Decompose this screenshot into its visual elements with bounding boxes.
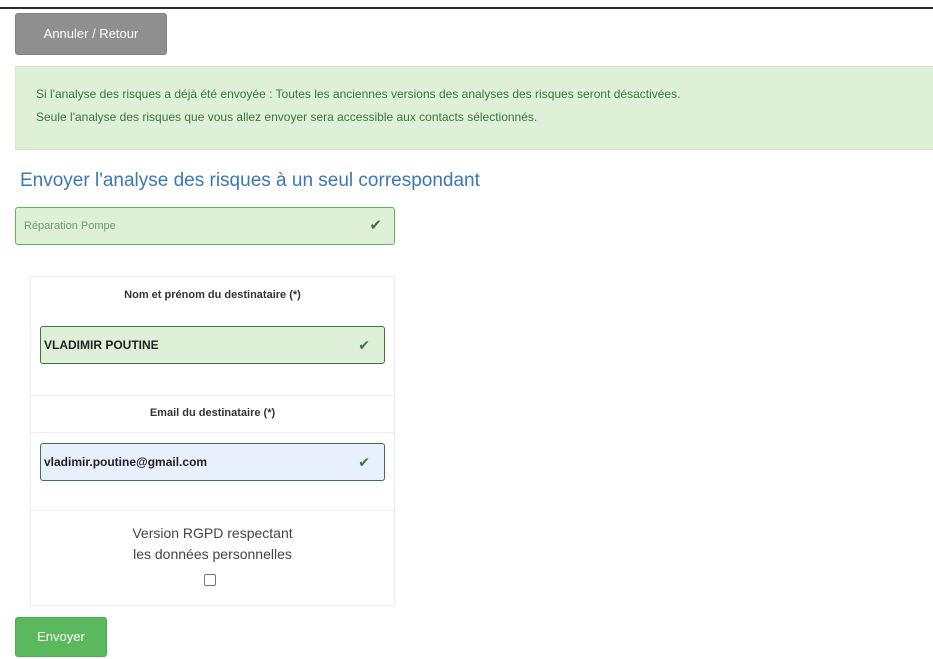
rgpd-label: Version RGPD respectant les données pers… xyxy=(31,523,394,565)
name-field[interactable]: VLADIMIR POUTINE ✔ xyxy=(40,326,385,364)
check-icon: ✔ xyxy=(369,217,382,234)
rgpd-label-line-2: les données personnelles xyxy=(133,546,292,562)
row-divider xyxy=(31,510,394,511)
check-icon: ✔ xyxy=(358,337,370,353)
email-field[interactable]: vladimir.poutine@gmail.com ✔ xyxy=(40,443,385,481)
name-label: Nom et prénom du destinataire (*) xyxy=(124,289,301,301)
check-icon: ✔ xyxy=(358,454,370,470)
rgpd-checkbox[interactable] xyxy=(204,574,216,586)
top-divider xyxy=(0,7,933,9)
project-select-value: Réparation Pompe xyxy=(24,220,116,232)
alert-line-2: Seule l'analyse des risques que vous all… xyxy=(36,110,538,124)
recipient-form: Nom et prénom du destinataire (*) VLADIM… xyxy=(30,276,395,606)
send-button[interactable]: Envoyer xyxy=(15,617,107,657)
row-divider xyxy=(31,395,394,396)
rgpd-label-line-1: Version RGPD respectant xyxy=(132,525,293,541)
name-field-value: VLADIMIR POUTINE xyxy=(44,338,159,352)
back-button[interactable]: Annuler / Retour xyxy=(15,13,167,55)
email-field-value: vladimir.poutine@gmail.com xyxy=(44,455,208,469)
page: Annuler / Retour Si l'analyse des risque… xyxy=(0,0,933,659)
project-select[interactable]: Réparation Pompe ✔ xyxy=(15,207,395,245)
alert-line-1: Si l'analyse des risques a déjà été envo… xyxy=(36,87,681,101)
email-label: Email du destinataire (*) xyxy=(149,407,276,419)
info-alert: Si l'analyse des risques a déjà été envo… xyxy=(15,66,933,150)
section-title: Envoyer l'analyse des risques à un seul … xyxy=(20,170,480,191)
row-divider xyxy=(31,432,394,433)
